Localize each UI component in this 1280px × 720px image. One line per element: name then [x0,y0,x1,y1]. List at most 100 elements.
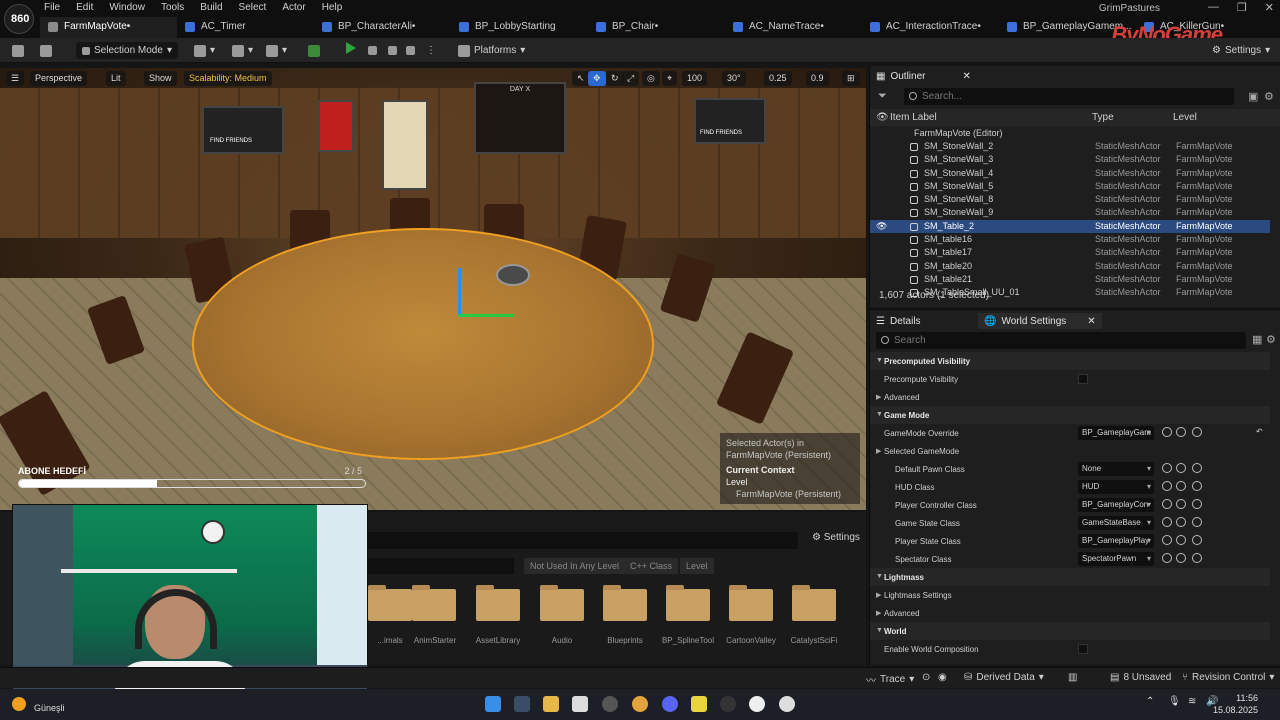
close-icon[interactable]: ✕ [1087,316,1095,327]
file-explorer-icon[interactable] [543,696,559,712]
steam-icon[interactable] [514,696,530,712]
sequence-button[interactable]: ▾ [266,42,287,59]
menu-actor[interactable]: Actor [274,0,313,16]
derived-data-button[interactable]: ⛁ Derived Data ▾ [964,672,1044,683]
folder-icon[interactable] [729,585,773,621]
outliner-row[interactable]: SM_StoneWall_2 StaticMeshActor FarmMapVote [870,140,1270,153]
show-button[interactable]: Show [144,71,177,86]
modes-button[interactable] [308,42,320,59]
browse-icon[interactable] [1162,427,1172,437]
filter-chip-cpp[interactable]: C++ Class [624,558,679,574]
stop-button[interactable] [388,42,397,59]
add-icon[interactable] [1192,499,1202,509]
filter-icon[interactable]: ⏷ [878,90,887,103]
outliner-root[interactable]: FarmMapVote (Editor) [914,128,1003,138]
weather-label[interactable]: Güneşli [34,703,65,713]
outliner-row[interactable]: SM_StoneWall_3 StaticMeshActor FarmMapVote [870,153,1270,166]
col-level[interactable]: Level [1173,112,1197,123]
details-search-input[interactable]: Search [876,332,1246,349]
folder-icon[interactable] [1176,553,1186,563]
col-type[interactable]: Type [1092,112,1114,123]
folder-icon[interactable] [1176,535,1186,545]
rotate-tool-icon[interactable]: ↻ [606,71,624,86]
step-button[interactable] [368,42,377,59]
menu-tools[interactable]: Tools [153,0,192,16]
details-property[interactable]: ▶ Advanced [870,604,1270,622]
platforms-dropdown[interactable]: Platforms ▾ [458,42,525,59]
maximize-icon[interactable]: ❐ [1237,1,1247,14]
table-view-icon[interactable]: ▦ [1252,333,1262,346]
folder-icon[interactable] [476,585,520,621]
gear-icon[interactable]: ⚙ [1266,333,1276,346]
menu-select[interactable]: Select [231,0,275,16]
gear-icon[interactable]: ⚙ [1264,90,1274,103]
chrome-icon[interactable] [632,696,648,712]
selection-mode-dropdown[interactable]: Selection Mode ▾ [76,42,178,59]
level-viewport[interactable]: FIND FRIENDS DAY X FIND FRIENDS ☰ Perspe… [0,68,866,510]
blueprint-button[interactable]: ▾ [232,42,253,59]
close-icon[interactable]: ✕ [1265,1,1274,14]
filter-chip-unused[interactable]: Not Used In Any Level [524,558,626,574]
outliner-row[interactable]: SM_table17 StaticMeshActor FarmMapVote [870,246,1270,259]
browse-icon[interactable] [1162,535,1172,545]
tab-bp-lobby[interactable]: BP_LobbyStarting [451,17,588,38]
folder-icon[interactable] [1176,463,1186,473]
save-button[interactable] [12,42,24,59]
outliner-search-input[interactable]: Search... [904,88,1234,105]
menu-edit[interactable]: Edit [68,0,101,16]
outliner-row[interactable]: SM_table16 StaticMeshActor FarmMapVote [870,233,1270,246]
selected-table[interactable] [192,228,654,460]
add-folder-icon[interactable]: ▣ [1248,90,1258,103]
details-category[interactable]: ▼ Precomputed Visibility [870,352,1270,370]
tab-bp-character[interactable]: BP_CharacterAli• [314,17,451,38]
outliner-row[interactable]: SM_StoneWall_4 StaticMeshActor FarmMapVote [870,167,1270,180]
maximize-viewport-icon[interactable]: ⊞ [842,71,860,86]
browse-icon[interactable] [1162,499,1172,509]
scalability-warning[interactable]: Scalability: Medium [184,71,272,86]
tab-ac-nametrace[interactable]: AC_NameTrace• [725,17,862,38]
add-icon[interactable] [1192,517,1202,527]
lit-button[interactable]: Lit [106,71,126,86]
reset-icon[interactable]: ↶ [1256,427,1263,436]
property-combo[interactable]: SpectatorPawn [1078,552,1154,566]
close-icon[interactable]: ✕ [962,71,970,82]
browse-icon[interactable] [1162,481,1172,491]
content-settings-button[interactable]: ⚙ Settings [812,532,860,543]
discord-icon[interactable] [662,696,678,712]
browse-icon[interactable] [1162,463,1172,473]
camera-icon[interactable]: ◉ [938,672,947,683]
outliner-row[interactable]: SM_StoneWall_9 StaticMeshActor FarmMapVote [870,206,1270,219]
perspective-button[interactable]: Perspective [30,71,88,86]
microphone-icon[interactable]: 🎙 [1168,696,1181,712]
stats-icon[interactable]: ▥ [1068,672,1077,683]
folder-icon[interactable] [1176,481,1186,491]
filter-chip-level[interactable]: Level [680,558,714,574]
property-checkbox[interactable] [1078,644,1088,654]
folder-icon[interactable] [412,585,456,621]
revision-control-button[interactable]: ⑂ Revision Control ▾ [1182,672,1274,683]
add-icon[interactable] [1192,463,1202,473]
details-category[interactable]: ▼ Game Mode [870,406,1270,424]
outliner-tab[interactable]: ▦ Outliner ✕ [876,68,971,84]
property-combo[interactable]: BP_GameplayPlay [1078,534,1154,548]
play-options-button[interactable]: ⋮ [426,42,436,59]
property-combo[interactable]: HUD [1078,480,1154,494]
tab-ac-interaction[interactable]: AC_InteractionTrace• [862,17,999,38]
media-player-icon[interactable] [779,696,795,712]
outliner-row[interactable]: SM_StoneWall_8 StaticMeshActor FarmMapVote [870,193,1270,206]
minimize-icon[interactable]: — [1208,1,1219,14]
menu-window[interactable]: Window [101,0,153,16]
viewport-options-button[interactable]: ☰ [6,71,25,86]
folder-icon[interactable] [540,585,584,621]
details-category[interactable]: ▼ Lightmass [870,568,1270,586]
browse-icon[interactable] [1162,517,1172,527]
details-property[interactable]: ▶ Selected GameMode [870,442,1270,460]
grid-snap-button[interactable]: 100 [682,71,708,86]
scale-snap-button[interactable]: 0.25 [764,71,792,86]
surface-snap-icon[interactable]: ⌖ [662,71,678,86]
folder-icon[interactable] [603,585,647,621]
browse-button[interactable] [40,42,52,59]
folder-icon[interactable] [1176,517,1186,527]
details-tab[interactable]: ☰ Details [876,313,921,329]
outliner-row[interactable]: SM_table20 StaticMeshActor FarmMapVote [870,260,1270,273]
